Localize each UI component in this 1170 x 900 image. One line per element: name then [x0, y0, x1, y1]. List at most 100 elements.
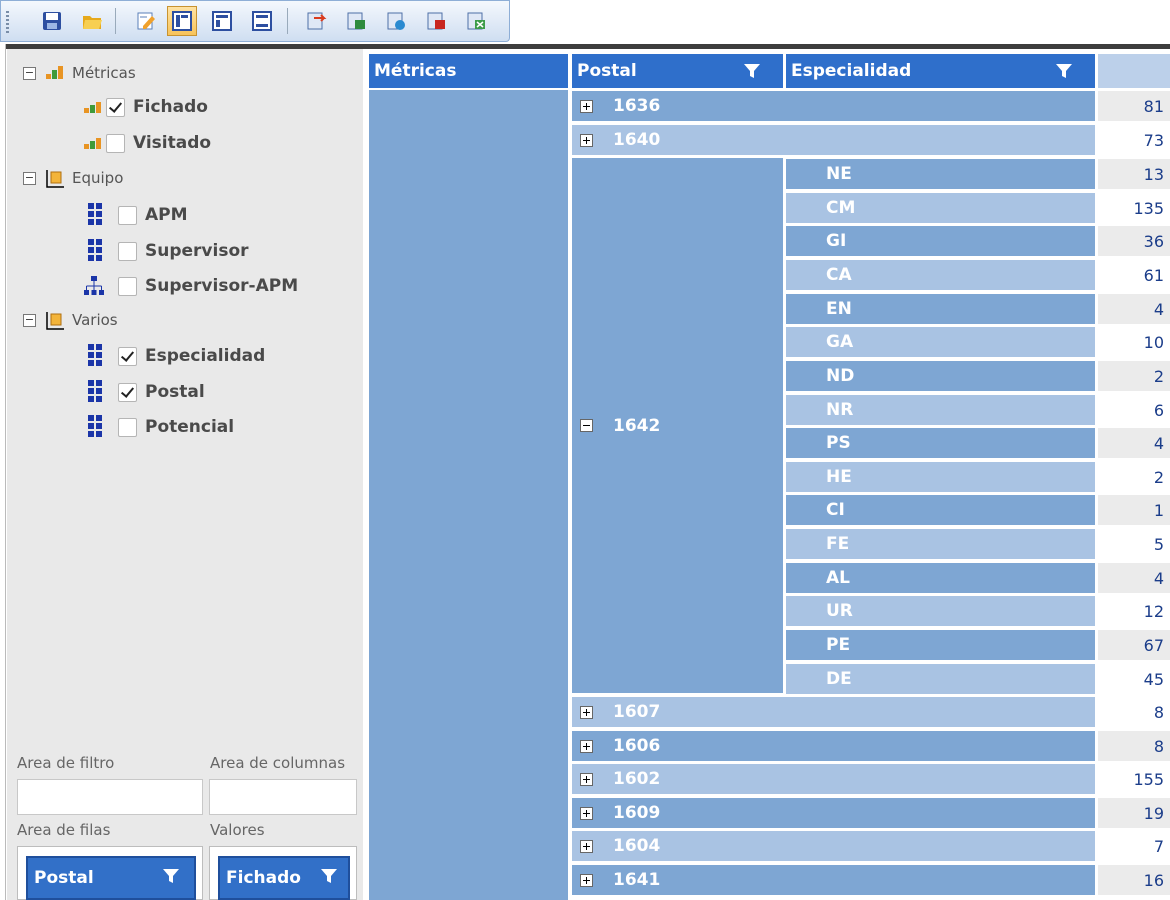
header-postal[interactable]: Postal: [572, 54, 783, 88]
postal-row[interactable]: 1604: [572, 831, 1095, 861]
value-cell: 81: [1098, 91, 1170, 121]
potencial-checkbox[interactable]: [118, 417, 137, 437]
field-especialidad[interactable]: Especialidad: [84, 344, 265, 368]
field-supervisor[interactable]: Supervisor: [84, 239, 249, 263]
supervisor-apm-checkbox[interactable]: [118, 276, 137, 296]
filter-drop-area[interactable]: [17, 779, 203, 815]
field-visitado[interactable]: Visitado: [84, 133, 211, 153]
especialidad-row[interactable]: DE: [786, 664, 1095, 694]
filter-funnel-icon[interactable]: [743, 62, 761, 80]
postal-row[interactable]: 1640: [572, 125, 1095, 155]
postal-row[interactable]: 1636: [572, 91, 1095, 121]
filter-funnel-icon[interactable]: [320, 867, 338, 885]
save-icon[interactable]: [37, 6, 67, 36]
collapse-icon[interactable]: −: [23, 171, 36, 185]
export-csv-icon[interactable]: [381, 6, 411, 36]
expand-icon[interactable]: [580, 739, 593, 753]
rows-chip-postal[interactable]: Postal: [26, 856, 196, 900]
expand-icon[interactable]: [580, 772, 593, 786]
especialidad-row[interactable]: CM: [786, 193, 1095, 223]
value-cell: 16: [1098, 865, 1170, 895]
especialidad-row[interactable]: GI: [786, 226, 1095, 256]
collapse-icon[interactable]: −: [23, 313, 36, 327]
export-xml-icon[interactable]: [461, 6, 491, 36]
especialidad-row[interactable]: EN: [786, 294, 1095, 324]
layout-outline-icon[interactable]: [207, 6, 237, 36]
filter-area-label: Area de filtro: [17, 754, 115, 772]
supervisor-checkbox[interactable]: [118, 241, 137, 261]
especialidad-row[interactable]: ND: [786, 361, 1095, 391]
expand-icon[interactable]: [580, 99, 593, 113]
especialidad-row[interactable]: FE: [786, 529, 1095, 559]
postal-row[interactable]: 1641: [572, 865, 1095, 895]
value-cell: 45: [1098, 664, 1170, 694]
header-especialidad[interactable]: Especialidad: [786, 54, 1095, 88]
value-cell: 13: [1098, 159, 1170, 189]
postal-row[interactable]: 1607: [572, 697, 1095, 727]
expand-icon[interactable]: [580, 705, 593, 719]
export-xls-icon[interactable]: [341, 6, 371, 36]
expand-icon[interactable]: [580, 806, 593, 820]
especialidad-row[interactable]: UR: [786, 596, 1095, 626]
expand-icon[interactable]: [580, 133, 593, 147]
especialidad-row[interactable]: AL: [786, 563, 1095, 593]
postal-row[interactable]: 1609: [572, 798, 1095, 828]
postal-row-expanded[interactable]: 1642: [572, 158, 783, 693]
header-values: [1098, 54, 1170, 88]
value-cell: 2: [1098, 361, 1170, 391]
values-area-label: Valores: [210, 821, 265, 839]
value-cell: 73: [1098, 125, 1170, 155]
field-potencial[interactable]: Potencial: [84, 415, 234, 439]
value-cell: 4: [1098, 563, 1170, 593]
value-cell: 8: [1098, 731, 1170, 761]
especialidad-row[interactable]: PS: [786, 428, 1095, 458]
especialidad-checkbox[interactable]: [118, 346, 137, 366]
dimension-icon: [46, 312, 64, 330]
field-apm[interactable]: APM: [84, 203, 188, 227]
value-cell: 4: [1098, 294, 1170, 324]
value-cell: 135: [1098, 193, 1170, 223]
especialidad-row[interactable]: GA: [786, 327, 1095, 357]
filter-funnel-icon[interactable]: [162, 867, 180, 885]
group-metricas[interactable]: − Métricas: [23, 64, 136, 82]
field-supervisor-apm[interactable]: Supervisor-APM: [82, 274, 298, 298]
values-chip-fichado[interactable]: Fichado: [218, 856, 350, 900]
collapse-icon[interactable]: −: [23, 66, 36, 80]
layout-compact-icon[interactable]: [167, 6, 197, 36]
collapse-icon[interactable]: [580, 419, 593, 432]
export-icon[interactable]: [301, 6, 331, 36]
header-metricas[interactable]: Métricas: [369, 54, 568, 88]
value-cell: 19: [1098, 798, 1170, 828]
postal-checkbox[interactable]: [118, 382, 137, 402]
especialidad-row[interactable]: NR: [786, 395, 1095, 425]
fichado-checkbox[interactable]: [106, 97, 125, 117]
especialidad-row[interactable]: HE: [786, 462, 1095, 492]
especialidad-row[interactable]: NE: [786, 159, 1095, 189]
expand-icon[interactable]: [580, 873, 593, 887]
layout-tabular-icon[interactable]: [247, 6, 277, 36]
postal-row[interactable]: 1602: [572, 764, 1095, 794]
expand-icon[interactable]: [580, 839, 593, 853]
edit-icon[interactable]: [131, 6, 161, 36]
columns-drop-area[interactable]: [209, 779, 357, 815]
postal-row[interactable]: 1606: [572, 731, 1095, 761]
filter-funnel-icon[interactable]: [1055, 62, 1073, 80]
open-folder-icon[interactable]: [77, 6, 107, 36]
metrics-icon: [44, 65, 66, 81]
value-cell: 8: [1098, 697, 1170, 727]
metricas-column: [369, 90, 568, 900]
toolbar-grip[interactable]: [6, 11, 9, 33]
value-cell: 4: [1098, 428, 1170, 458]
especialidad-row[interactable]: CI: [786, 495, 1095, 525]
field-postal[interactable]: Postal: [84, 380, 205, 404]
especialidad-row[interactable]: PE: [786, 630, 1095, 660]
visitado-checkbox[interactable]: [106, 133, 125, 153]
columns-area-label: Area de columnas: [210, 754, 346, 772]
hierarchy-tree-icon: [84, 276, 104, 295]
field-fichado[interactable]: Fichado: [84, 97, 208, 117]
apm-checkbox[interactable]: [118, 205, 137, 225]
group-varios[interactable]: − Varios: [23, 309, 118, 331]
especialidad-row[interactable]: CA: [786, 260, 1095, 290]
group-equipo[interactable]: − Equipo: [23, 167, 123, 189]
export-pdf-icon[interactable]: [421, 6, 451, 36]
